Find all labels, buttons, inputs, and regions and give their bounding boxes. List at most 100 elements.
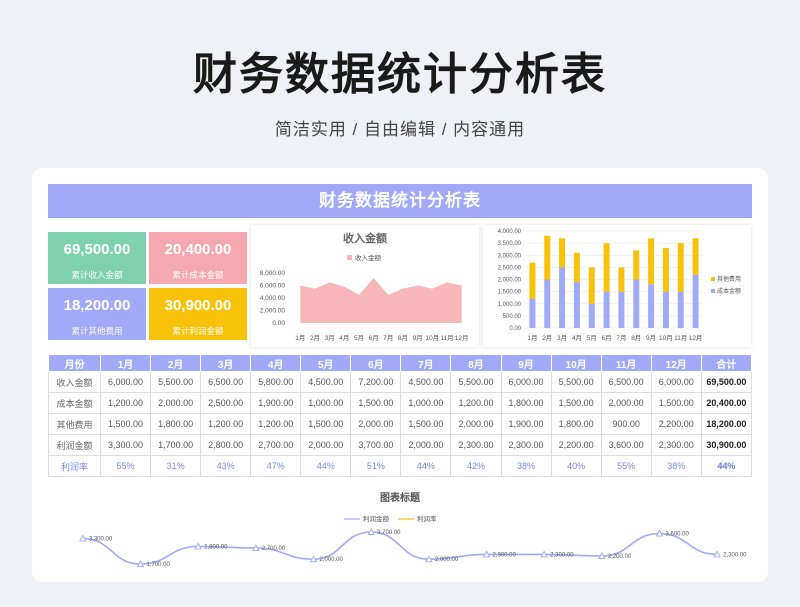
table-cell: 1,500.00 [350, 392, 402, 414]
data-label: 2,000.00 [435, 557, 459, 563]
table-cell: 6,500.00 [600, 371, 652, 393]
y-tick-label: 1,500.00 [498, 290, 522, 296]
table-cell: 1,500.00 [400, 413, 452, 435]
legend-swatch [711, 277, 715, 281]
table-cell: 7,200.00 [350, 371, 402, 393]
x-tick-label: 11月 [440, 334, 453, 342]
stacked-bar-chart: 0.00 500.00 1,000.00 1,500.00 2,000.00 2,500.… [498, 229, 741, 342]
bar-segment [648, 284, 655, 328]
data-label: 2,300.00 [550, 552, 574, 558]
table-cell: 42% [450, 455, 502, 477]
data-label: 1,700.00 [147, 562, 171, 568]
table-header-cell: 月份 [48, 354, 101, 372]
row-total: 18,200.00 [700, 413, 753, 435]
kpi-total-cost: 20,400.00 累计成本金额 [149, 232, 247, 284]
x-tick-label: 11月 [674, 334, 687, 342]
row-total: 20,400.00 [700, 392, 753, 414]
table-cell: 43% [200, 455, 252, 477]
y-tick-label: 2,000.00 [498, 278, 522, 284]
bar-segment [588, 267, 595, 304]
table-cell: 31% [150, 455, 202, 477]
table-header-cell: 9月 [500, 354, 552, 372]
row-total: 69,500.00 [700, 371, 753, 393]
bar-segment [544, 235, 551, 280]
x-tick-label: 1月 [527, 334, 537, 342]
table-header-cell: 1月 [99, 354, 152, 372]
x-tick-label: 9月 [646, 334, 656, 342]
table-cell: 2,200.00 [650, 413, 702, 435]
table-cell: 1,200.00 [450, 392, 502, 414]
table-cell: 2,000.00 [150, 392, 202, 414]
bar-segment [633, 279, 640, 328]
data-label: 3,600.00 [666, 532, 690, 538]
table-row: 收入金额 6,000.00 5,500.00 6,500.00 5,800.00 4,50… [48, 371, 753, 393]
kpi-value: 69,500.00 [63, 241, 131, 258]
table-row: 利润金额 3,300.00 1,700.00 2,800.00 2,700.00 2,00… [48, 434, 753, 456]
legend-swatch [711, 289, 715, 293]
row-label: 其他费用 [48, 413, 101, 435]
x-tick-label: 1月 [295, 334, 305, 342]
table-cell: 1,000.00 [400, 392, 452, 414]
table-cell: 2,800.00 [200, 434, 252, 456]
table-header-cell: 合计 [700, 354, 753, 372]
table-cell: 1,700.00 [150, 434, 202, 456]
x-tick-label: 2月 [310, 334, 320, 342]
table-cell: 1,200.00 [250, 413, 302, 435]
table-cell: 1,500.00 [300, 413, 352, 435]
x-tick-label: 7月 [616, 334, 626, 342]
kpi-total-other-fees: 18,200.00 累计其他费用 [48, 288, 146, 340]
bar-segment [618, 291, 625, 328]
table-cell: 44% [400, 455, 452, 477]
y-tick-label: 4,000.00 [260, 295, 286, 302]
row-total: 30,900.00 [700, 434, 753, 456]
data-label: 2,300.00 [723, 552, 747, 558]
stacked-chart-panel: 0.00 500.00 1,000.00 1,500.00 2,000.00 2,500.… [483, 225, 751, 347]
table-cell: 51% [350, 455, 402, 477]
x-tick-label: 12月 [689, 334, 703, 342]
table-cell: 2,300.00 [650, 434, 702, 456]
table-cell: 2,000.00 [400, 434, 452, 456]
table-cell: 6,000.00 [99, 371, 152, 393]
table-header-cell: 12月 [650, 354, 702, 372]
x-tick-label: 5月 [354, 334, 364, 342]
x-tick-label: 2月 [542, 334, 552, 342]
y-tick-label: 500.00 [503, 314, 522, 320]
data-label: 2,300.00 [493, 552, 517, 558]
x-tick-label: 5月 [587, 334, 597, 342]
table-cell: 6,000.00 [650, 371, 702, 393]
bar-segment [573, 252, 580, 282]
table-cell: 40% [550, 455, 602, 477]
income-chart-panel: 收入金额 收入金额 0.00 2,000.00 4,000.00 6,000.00 8,00… [251, 225, 479, 347]
table-cell: 38% [650, 455, 702, 477]
bar-segment [559, 267, 566, 328]
data-label: 3,300.00 [89, 536, 113, 542]
bar-segment [544, 279, 551, 328]
data-label: 2,000.00 [320, 557, 344, 563]
table-cell: 1,900.00 [500, 413, 552, 435]
kpi-total-profit: 30,900.00 累计利润金额 [149, 288, 247, 340]
table-cell: 2,000.00 [300, 434, 352, 456]
table-cell: 3,600.00 [600, 434, 652, 456]
row-label: 利润率 [48, 455, 101, 477]
bar-segment [692, 274, 699, 328]
bar-segment [588, 303, 595, 328]
table-cell: 2,000.00 [450, 413, 502, 435]
x-tick-label: 6月 [369, 334, 379, 342]
profit-line-chart: 图表标题利润金额 利润率 3,300.00 1,700.00 2,800.00 2,700… [79, 491, 747, 568]
legend-label: 其他费用 [717, 275, 741, 283]
chart-title: 收入金额 [343, 231, 387, 245]
bar-segment [662, 247, 669, 292]
table-cell: 2,500.00 [200, 392, 252, 414]
y-tick-label: 2,000.00 [260, 308, 286, 315]
x-tick-label: 10月 [425, 334, 439, 342]
bar-segment [662, 291, 669, 328]
bar-segment [529, 298, 536, 328]
table-cell: 6,000.00 [500, 371, 552, 393]
table-cell: 2,700.00 [250, 434, 302, 456]
table-row: 利润率 55% 31% 43% 47% 44% 51% 44% 42% 38% 40% 55% 38% 4… [48, 455, 753, 477]
row-total: 44% [700, 455, 753, 477]
y-tick-label: 3,500.00 [498, 241, 522, 247]
table-cell: 55% [600, 455, 652, 477]
table-cell: 5,500.00 [450, 371, 502, 393]
bar-segment [603, 291, 610, 328]
